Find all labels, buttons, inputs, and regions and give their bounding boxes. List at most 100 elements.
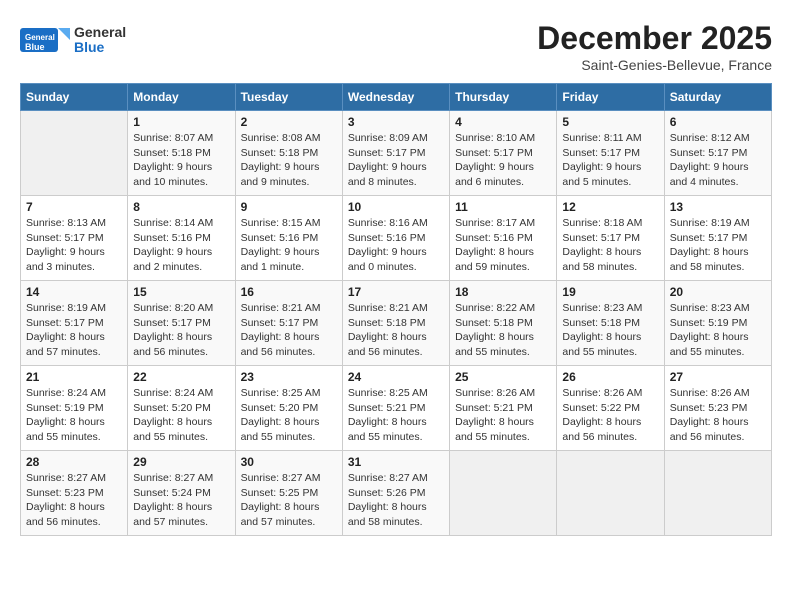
header-wednesday: Wednesday: [342, 84, 449, 111]
header-sunday: Sunday: [21, 84, 128, 111]
calendar-cell: 24Sunrise: 8:25 AMSunset: 5:21 PMDayligh…: [342, 366, 449, 451]
day-detail: Sunrise: 8:27 AMSunset: 5:25 PMDaylight:…: [241, 471, 337, 530]
day-detail: Sunrise: 8:27 AMSunset: 5:26 PMDaylight:…: [348, 471, 444, 530]
location-subtitle: Saint-Genies-Bellevue, France: [537, 57, 772, 73]
day-detail: Sunrise: 8:10 AMSunset: 5:17 PMDaylight:…: [455, 131, 551, 190]
calendar-cell: 1 Sunrise: 8:07 AMSunset: 5:18 PMDaylight…: [128, 111, 235, 196]
day-number: 31: [348, 455, 444, 469]
day-detail: Sunrise: 8:09 AMSunset: 5:17 PMDaylight:…: [348, 131, 444, 190]
day-number: 4: [455, 115, 551, 129]
header-monday: Monday: [128, 84, 235, 111]
day-detail: Sunrise: 8:12 AMSunset: 5:17 PMDaylight:…: [670, 131, 766, 190]
day-number: 19: [562, 285, 658, 299]
calendar-cell: 11Sunrise: 8:17 AMSunset: 5:16 PMDayligh…: [450, 196, 557, 281]
calendar-cell: 3 Sunrise: 8:09 AMSunset: 5:17 PMDaylight…: [342, 111, 449, 196]
day-number: 30: [241, 455, 337, 469]
calendar-cell: 30 Sunrise: 8:27 AMSunset: 5:25 PMDayligh…: [235, 451, 342, 536]
day-detail: Sunrise: 8:27 AMSunset: 5:24 PMDaylight:…: [133, 471, 229, 530]
calendar-cell: 19 Sunrise: 8:23 AMSunset: 5:18 PMDayligh…: [557, 281, 664, 366]
day-detail: Sunrise: 8:19 AMSunset: 5:17 PMDaylight:…: [670, 216, 766, 275]
day-number: 2: [241, 115, 337, 129]
calendar-cell: 23 Sunrise: 8:25 AMSunset: 5:20 PMDayligh…: [235, 366, 342, 451]
day-number: 6: [670, 115, 766, 129]
page-header: General Blue General Blue December 2025 …: [20, 20, 772, 73]
svg-text:Blue: Blue: [25, 42, 45, 52]
day-detail: Sunrise: 8:13 AMSunset: 5:17 PMDaylight:…: [26, 216, 122, 275]
day-number: 12: [562, 200, 658, 214]
day-detail: Sunrise: 8:25 AMSunset: 5:20 PMDaylight:…: [241, 386, 337, 445]
header-saturday: Saturday: [664, 84, 771, 111]
title-block: December 2025 Saint-Genies-Bellevue, Fra…: [537, 20, 772, 73]
calendar-cell: 5 Sunrise: 8:11 AMSunset: 5:17 PMDaylight…: [557, 111, 664, 196]
calendar-cell: 28 Sunrise: 8:27 AMSunset: 5:23 PMDayligh…: [21, 451, 128, 536]
day-detail: Sunrise: 8:26 AMSunset: 5:23 PMDaylight:…: [670, 386, 766, 445]
calendar-cell: 16 Sunrise: 8:21 AMSunset: 5:17 PMDayligh…: [235, 281, 342, 366]
day-number: 3: [348, 115, 444, 129]
calendar-cell: 8Sunrise: 8:14 AMSunset: 5:16 PMDaylight…: [128, 196, 235, 281]
calendar-cell: [21, 111, 128, 196]
day-number: 16: [241, 285, 337, 299]
day-number: 15: [133, 285, 229, 299]
day-number: 26: [562, 370, 658, 384]
day-detail: Sunrise: 8:07 AMSunset: 5:18 PMDaylight:…: [133, 131, 229, 190]
header-tuesday: Tuesday: [235, 84, 342, 111]
logo-general-text: General: [74, 25, 126, 40]
calendar-cell: [557, 451, 664, 536]
day-number: 13: [670, 200, 766, 214]
calendar-cell: 25Sunrise: 8:26 AMSunset: 5:21 PMDayligh…: [450, 366, 557, 451]
day-number: 23: [241, 370, 337, 384]
calendar-cell: 15Sunrise: 8:20 AMSunset: 5:17 PMDayligh…: [128, 281, 235, 366]
logo: General Blue General Blue: [20, 20, 126, 60]
svg-text:General: General: [25, 33, 55, 42]
day-number: 1: [133, 115, 229, 129]
month-title: December 2025: [537, 20, 772, 57]
calendar-cell: 13 Sunrise: 8:19 AMSunset: 5:17 PMDayligh…: [664, 196, 771, 281]
day-detail: Sunrise: 8:21 AMSunset: 5:17 PMDaylight:…: [241, 301, 337, 360]
calendar-cell: 4 Sunrise: 8:10 AMSunset: 5:17 PMDaylight…: [450, 111, 557, 196]
header-friday: Friday: [557, 84, 664, 111]
day-detail: Sunrise: 8:24 AMSunset: 5:20 PMDaylight:…: [133, 386, 229, 445]
day-number: 28: [26, 455, 122, 469]
calendar-cell: 20 Sunrise: 8:23 AMSunset: 5:19 PMDayligh…: [664, 281, 771, 366]
day-detail: Sunrise: 8:08 AMSunset: 5:18 PMDaylight:…: [241, 131, 337, 190]
header-thursday: Thursday: [450, 84, 557, 111]
day-number: 14: [26, 285, 122, 299]
day-number: 17: [348, 285, 444, 299]
day-number: 5: [562, 115, 658, 129]
logo-icon: General Blue: [20, 20, 70, 60]
day-detail: Sunrise: 8:14 AMSunset: 5:16 PMDaylight:…: [133, 216, 229, 275]
day-number: 27: [670, 370, 766, 384]
calendar-cell: 12 Sunrise: 8:18 AMSunset: 5:17 PMDayligh…: [557, 196, 664, 281]
day-detail: Sunrise: 8:15 AMSunset: 5:16 PMDaylight:…: [241, 216, 337, 275]
day-detail: Sunrise: 8:26 AMSunset: 5:21 PMDaylight:…: [455, 386, 551, 445]
calendar-cell: 17 Sunrise: 8:21 AMSunset: 5:18 PMDayligh…: [342, 281, 449, 366]
day-detail: Sunrise: 8:23 AMSunset: 5:19 PMDaylight:…: [670, 301, 766, 360]
day-detail: Sunrise: 8:24 AMSunset: 5:19 PMDaylight:…: [26, 386, 122, 445]
day-detail: Sunrise: 8:23 AMSunset: 5:18 PMDaylight:…: [562, 301, 658, 360]
calendar-week-2: 7 Sunrise: 8:13 AMSunset: 5:17 PMDaylight…: [21, 196, 772, 281]
day-detail: Sunrise: 8:19 AMSunset: 5:17 PMDaylight:…: [26, 301, 122, 360]
calendar-cell: 27 Sunrise: 8:26 AMSunset: 5:23 PMDayligh…: [664, 366, 771, 451]
calendar-cell: [664, 451, 771, 536]
day-detail: Sunrise: 8:21 AMSunset: 5:18 PMDaylight:…: [348, 301, 444, 360]
calendar-week-1: 1 Sunrise: 8:07 AMSunset: 5:18 PMDaylight…: [21, 111, 772, 196]
day-detail: Sunrise: 8:26 AMSunset: 5:22 PMDaylight:…: [562, 386, 658, 445]
calendar-cell: 31 Sunrise: 8:27 AMSunset: 5:26 PMDayligh…: [342, 451, 449, 536]
calendar-week-3: 14 Sunrise: 8:19 AMSunset: 5:17 PMDayligh…: [21, 281, 772, 366]
calendar-cell: 21Sunrise: 8:24 AMSunset: 5:19 PMDayligh…: [21, 366, 128, 451]
calendar-cell: 29 Sunrise: 8:27 AMSunset: 5:24 PMDayligh…: [128, 451, 235, 536]
day-detail: Sunrise: 8:18 AMSunset: 5:17 PMDaylight:…: [562, 216, 658, 275]
calendar-cell: [450, 451, 557, 536]
day-number: 20: [670, 285, 766, 299]
calendar-cell: 14 Sunrise: 8:19 AMSunset: 5:17 PMDayligh…: [21, 281, 128, 366]
day-number: 18: [455, 285, 551, 299]
calendar-cell: 9Sunrise: 8:15 AMSunset: 5:16 PMDaylight…: [235, 196, 342, 281]
calendar-cell: 22Sunrise: 8:24 AMSunset: 5:20 PMDayligh…: [128, 366, 235, 451]
calendar-table: SundayMondayTuesdayWednesdayThursdayFrid…: [20, 83, 772, 536]
day-detail: Sunrise: 8:27 AMSunset: 5:23 PMDaylight:…: [26, 471, 122, 530]
day-number: 29: [133, 455, 229, 469]
logo-blue-text: Blue: [74, 40, 126, 55]
day-detail: Sunrise: 8:11 AMSunset: 5:17 PMDaylight:…: [562, 131, 658, 190]
day-number: 7: [26, 200, 122, 214]
day-detail: Sunrise: 8:22 AMSunset: 5:18 PMDaylight:…: [455, 301, 551, 360]
